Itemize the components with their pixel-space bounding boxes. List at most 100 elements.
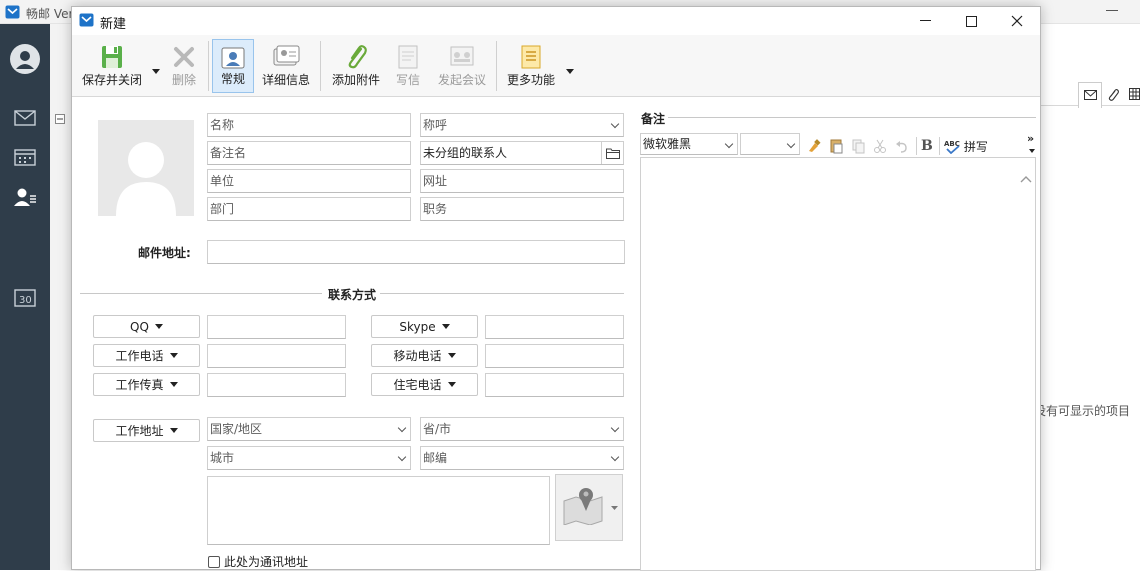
grid-icon[interactable] xyxy=(1129,88,1140,100)
collapse-icon[interactable] xyxy=(55,114,65,124)
chevron-down-icon xyxy=(447,353,456,358)
undo-icon[interactable] xyxy=(894,138,910,154)
app-title: 畅邮 Ver xyxy=(26,7,74,21)
folder-strip xyxy=(50,24,72,570)
work-fax-input[interactable] xyxy=(207,373,346,397)
toolbar-overflow-icon[interactable]: » xyxy=(1027,133,1034,144)
work-phone-type-button[interactable]: 工作电话 xyxy=(93,344,200,367)
calendar-icon xyxy=(14,149,36,166)
country-select[interactable]: 国家/地区 xyxy=(207,417,411,441)
delete-button[interactable]: 删除 xyxy=(164,39,204,93)
more-functions-label: 更多功能 xyxy=(506,73,555,87)
qq-type-button[interactable]: QQ xyxy=(93,315,200,338)
mailing-address-row[interactable]: 此处为通讯地址 xyxy=(208,553,308,570)
more-functions-button[interactable]: 更多功能 xyxy=(502,39,560,93)
work-phone-input[interactable] xyxy=(207,344,346,368)
company-placeholder: 单位 xyxy=(210,174,235,188)
city-select[interactable]: 城市 xyxy=(207,446,411,470)
save-close-button[interactable]: 保存并关闭 xyxy=(78,39,146,93)
work-fax-type-button[interactable]: 工作传真 xyxy=(93,373,200,396)
map-button[interactable] xyxy=(555,474,623,541)
work-fax-label: 工作传真 xyxy=(115,378,164,392)
scroll-up-icon[interactable] xyxy=(1020,175,1032,183)
name-input[interactable]: 名称 xyxy=(207,113,411,137)
contact-photo[interactable] xyxy=(98,120,194,216)
format-separator xyxy=(938,137,940,155)
sidebar-mail[interactable] xyxy=(10,103,40,133)
section-divider-right xyxy=(380,293,624,294)
home-phone-type-button[interactable]: 住宅电话 xyxy=(371,373,478,396)
street-textarea[interactable] xyxy=(207,476,550,545)
details-tab-button[interactable]: 详细信息 xyxy=(258,39,314,93)
group-picker-button[interactable] xyxy=(601,142,623,164)
chevron-down-icon xyxy=(441,324,450,329)
ribbon-separator xyxy=(320,41,321,91)
province-select[interactable]: 省/市 xyxy=(420,417,624,441)
chevron-down-icon xyxy=(169,382,178,387)
ribbon-separator xyxy=(208,41,209,91)
chevron-down-icon xyxy=(169,428,178,433)
skype-input[interactable] xyxy=(485,315,624,339)
sidebar-calendar[interactable] xyxy=(10,142,40,172)
zip-select[interactable]: 邮编 xyxy=(420,446,624,470)
close-button[interactable] xyxy=(994,7,1040,35)
font-size-select[interactable] xyxy=(740,133,800,155)
group-field[interactable]: 未分组的联系人 xyxy=(420,141,624,165)
department-input[interactable]: 部门 xyxy=(207,197,411,221)
mobile-label: 移动电话 xyxy=(393,349,442,363)
mobile-type-button[interactable]: 移动电话 xyxy=(371,344,478,367)
cut-icon[interactable] xyxy=(872,138,888,154)
app-list-area: 没有可显示的项目 xyxy=(1034,24,1140,570)
remark-name-placeholder: 备注名 xyxy=(210,146,247,160)
mobile-input[interactable] xyxy=(485,344,624,368)
home-phone-input[interactable] xyxy=(485,373,624,397)
font-family-value: 微软雅黑 xyxy=(643,137,692,151)
copy-icon[interactable] xyxy=(850,138,866,154)
app-minimize-icon[interactable] xyxy=(1106,10,1118,12)
format-painter-icon[interactable] xyxy=(806,138,822,154)
mailing-address-checkbox[interactable] xyxy=(208,555,220,568)
work-phone-label: 工作电话 xyxy=(115,349,164,363)
meeting-icon xyxy=(450,46,474,66)
minimize-button[interactable] xyxy=(902,7,948,35)
more-dropdown-icon[interactable] xyxy=(566,69,574,74)
dialog-titlebar: 新建 xyxy=(72,7,1040,35)
general-tab-button[interactable]: 常规 xyxy=(212,39,254,93)
company-input[interactable]: 单位 xyxy=(207,169,411,193)
dialog-title: 新建 xyxy=(100,17,127,32)
spell-check-button[interactable]: 拼写 xyxy=(964,138,988,155)
paperclip-icon[interactable] xyxy=(1107,88,1119,102)
write-mail-button[interactable]: 写信 xyxy=(390,39,426,93)
email-input[interactable] xyxy=(207,240,625,264)
tab-mail[interactable] xyxy=(1078,82,1102,108)
notes-editor[interactable] xyxy=(640,157,1036,571)
website-input[interactable]: 网址 xyxy=(420,169,624,193)
salutation-select[interactable]: 称呼 xyxy=(420,113,624,137)
add-attachment-button[interactable]: 添加附件 xyxy=(326,39,386,93)
chevron-down-icon xyxy=(169,353,178,358)
start-meeting-button[interactable]: 发起会议 xyxy=(432,39,492,93)
sidebar-profile[interactable] xyxy=(10,44,40,74)
chevron-down-icon xyxy=(154,324,163,329)
font-family-select[interactable]: 微软雅黑 xyxy=(640,133,738,155)
qq-input[interactable] xyxy=(207,315,346,339)
delete-label: 删除 xyxy=(171,73,196,87)
sidebar-schedule[interactable]: 30 xyxy=(10,283,40,313)
avatar-icon xyxy=(10,44,40,74)
maximize-button[interactable] xyxy=(948,7,994,35)
save-dropdown-icon[interactable] xyxy=(152,69,160,74)
remark-name-input[interactable]: 备注名 xyxy=(207,141,411,165)
details-label: 详细信息 xyxy=(261,73,310,87)
more-functions-icon xyxy=(521,45,541,69)
position-input[interactable]: 职务 xyxy=(420,197,624,221)
toolbar-dropdown-icon[interactable] xyxy=(1029,149,1035,153)
address-type-button[interactable]: 工作地址 xyxy=(93,419,200,442)
skype-type-button[interactable]: Skype xyxy=(371,315,478,338)
paste-icon[interactable] xyxy=(828,138,844,154)
sidebar-contacts[interactable] xyxy=(10,182,40,212)
minimize-icon xyxy=(919,20,931,21)
ribbon-separator xyxy=(496,41,497,91)
bold-button[interactable]: B xyxy=(921,138,933,154)
mailing-address-label: 此处为通讯地址 xyxy=(224,555,309,569)
format-toolbar: B ABC 拼写 xyxy=(806,136,988,156)
